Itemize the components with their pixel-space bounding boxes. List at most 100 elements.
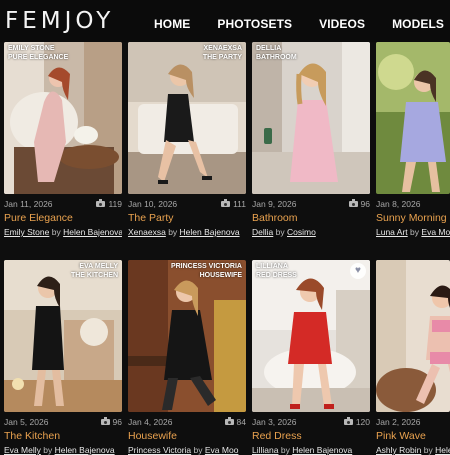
overlay-model: PRINCESS VICTORIA <box>170 263 242 270</box>
thumbnail-image <box>252 42 370 194</box>
photo-count: 111 <box>221 199 246 209</box>
camera-icon <box>100 417 110 425</box>
nav-models[interactable]: MODELS <box>392 17 444 31</box>
overlay-model: DELLIA <box>256 45 282 52</box>
photoset-thumbnail[interactable]: XENAEXSA THE PARTY <box>128 42 246 194</box>
card-meta: Jan 5, 2026 96 <box>4 417 122 429</box>
photographer-link[interactable]: Cosimo <box>287 227 316 237</box>
photo-count-value: 119 <box>108 199 122 209</box>
thumbnail-image <box>4 260 122 412</box>
camera-icon <box>224 417 234 425</box>
photographer-link[interactable]: Helen Bajenova <box>63 227 122 237</box>
overlay-title: THE KITCHEN <box>70 272 118 279</box>
card-meta: Jan 2, 2026 <box>376 417 450 429</box>
photographer-link[interactable]: Helen Bajenova <box>55 445 115 455</box>
top-bar: FEMJOY HOME PHOTOSETS VIDEOS MODELS <box>0 0 450 42</box>
nav-videos[interactable]: VIDEOS <box>319 17 365 31</box>
photoset-thumbnail[interactable] <box>376 42 450 194</box>
photoset-title[interactable]: Bathroom <box>252 212 298 224</box>
thumbnail-image <box>252 260 370 412</box>
photographer-link[interactable]: Helen Bajenova <box>292 445 352 455</box>
thumbnail-image <box>4 42 122 194</box>
photoset-thumbnail[interactable] <box>376 260 450 412</box>
nav-home[interactable]: HOME <box>154 17 190 31</box>
card-meta: Jan 11, 2026 119 <box>4 199 122 211</box>
photoset-thumbnail[interactable]: EVA MELLY THE KITCHEN <box>4 260 122 412</box>
photo-count-value: 96 <box>360 199 370 209</box>
model-link[interactable]: Emily Stone <box>4 227 49 237</box>
by-label: by <box>51 227 61 237</box>
model-link[interactable]: Ashly Robin <box>376 445 421 455</box>
overlay-title: PURE ELEGANCE <box>8 54 69 61</box>
photoset-thumbnail[interactable]: DELLIA BATHROOM <box>252 42 370 194</box>
thumbnail-image <box>376 42 450 194</box>
by-label: by <box>43 445 53 455</box>
camera-icon <box>348 199 358 207</box>
photo-count-value: 96 <box>112 417 122 427</box>
overlay-title: THE PARTY <box>202 54 242 61</box>
card-meta: Jan 10, 2026 111 <box>128 199 246 211</box>
photo-count: 96 <box>100 417 122 427</box>
photoset-title[interactable]: The Kitchen <box>4 430 60 442</box>
model-link[interactable]: Lilliana <box>252 445 278 455</box>
by-label: by <box>423 445 433 455</box>
photoset-title[interactable]: Red Dress <box>252 430 302 442</box>
release-date: Jan 2, 2026 <box>376 417 421 427</box>
photoset-thumbnail[interactable]: PRINCESS VICTORIA HOUSEWIFE <box>128 260 246 412</box>
release-date: Jan 5, 2026 <box>4 417 49 427</box>
overlay-title: BATHROOM <box>256 54 297 61</box>
model-link[interactable]: Eva Melly <box>4 445 41 455</box>
photographer-link[interactable]: Eva Moo <box>421 227 450 237</box>
photo-count-value: 111 <box>233 199 246 209</box>
nav-photosets[interactable]: PHOTOSETS <box>217 17 292 31</box>
photo-count: 120 <box>343 417 370 427</box>
by-label: by <box>275 227 285 237</box>
model-link[interactable]: Dellia <box>252 227 273 237</box>
release-date: Jan 3, 2026 <box>252 417 297 427</box>
thumbnail-image <box>128 42 246 194</box>
release-date: Jan 10, 2026 <box>128 199 178 209</box>
card-meta: Jan 3, 2026 120 <box>252 417 370 429</box>
card-credits: Emily Stone by Helen Bajenova <box>4 227 122 237</box>
photographer-link[interactable]: Helen <box>435 445 450 455</box>
model-link[interactable]: Luna Art <box>376 227 408 237</box>
release-date: Jan 9, 2026 <box>252 199 297 209</box>
card-credits: Luna Art by Eva Moo <box>376 227 450 237</box>
photoset-title[interactable]: Housewife <box>128 430 177 442</box>
photoset-title[interactable]: Sunny Morning <box>376 212 447 224</box>
photoset-thumbnail[interactable]: LILLIANA RED DRESS ♥ <box>252 260 370 412</box>
site-logo[interactable]: FEMJOY <box>5 8 114 34</box>
release-date: Jan 4, 2026 <box>128 417 173 427</box>
card-credits: Lilliana by Helen Bajenova <box>252 445 370 455</box>
overlay-model: EVA MELLY <box>79 263 118 270</box>
photographer-link[interactable]: Eva Moo <box>205 445 239 455</box>
photoset-title[interactable]: Pure Elegance <box>4 212 73 224</box>
photographer-link[interactable]: Helen Bajenova <box>180 227 240 237</box>
card-meta: Jan 9, 2026 96 <box>252 199 370 211</box>
by-label: by <box>193 445 203 455</box>
by-label: by <box>410 227 420 237</box>
photoset-title[interactable]: Pink Wave <box>376 430 426 442</box>
model-link[interactable]: Princess Victoria <box>128 445 191 455</box>
photo-count: 84 <box>224 417 246 427</box>
model-link[interactable]: Xenaexsa <box>128 227 166 237</box>
camera-icon <box>343 417 353 425</box>
photoset-thumbnail[interactable]: EMILY STONE PURE ELEGANCE <box>4 42 122 194</box>
thumbnail-image <box>376 260 450 412</box>
thumbnail-image <box>128 260 246 412</box>
photo-count-value: 120 <box>355 417 370 427</box>
overlay-model: XENAEXSA <box>203 45 242 52</box>
card-credits: Dellia by Cosimo <box>252 227 370 237</box>
overlay-model: EMILY STONE <box>8 45 55 52</box>
overlay-title: HOUSEWIFE <box>199 272 242 279</box>
main-nav: HOME PHOTOSETS VIDEOS MODELS <box>127 17 444 31</box>
camera-icon <box>96 199 106 207</box>
card-meta: Jan 8, 2026 <box>376 199 450 211</box>
photoset-title[interactable]: The Party <box>128 212 174 224</box>
photo-count: 119 <box>96 199 122 209</box>
favorite-heart-icon[interactable]: ♥ <box>350 263 366 279</box>
camera-icon <box>221 199 231 207</box>
card-credits: Xenaexsa by Helen Bajenova <box>128 227 246 237</box>
release-date: Jan 11, 2026 <box>4 199 53 209</box>
by-label: by <box>280 445 290 455</box>
